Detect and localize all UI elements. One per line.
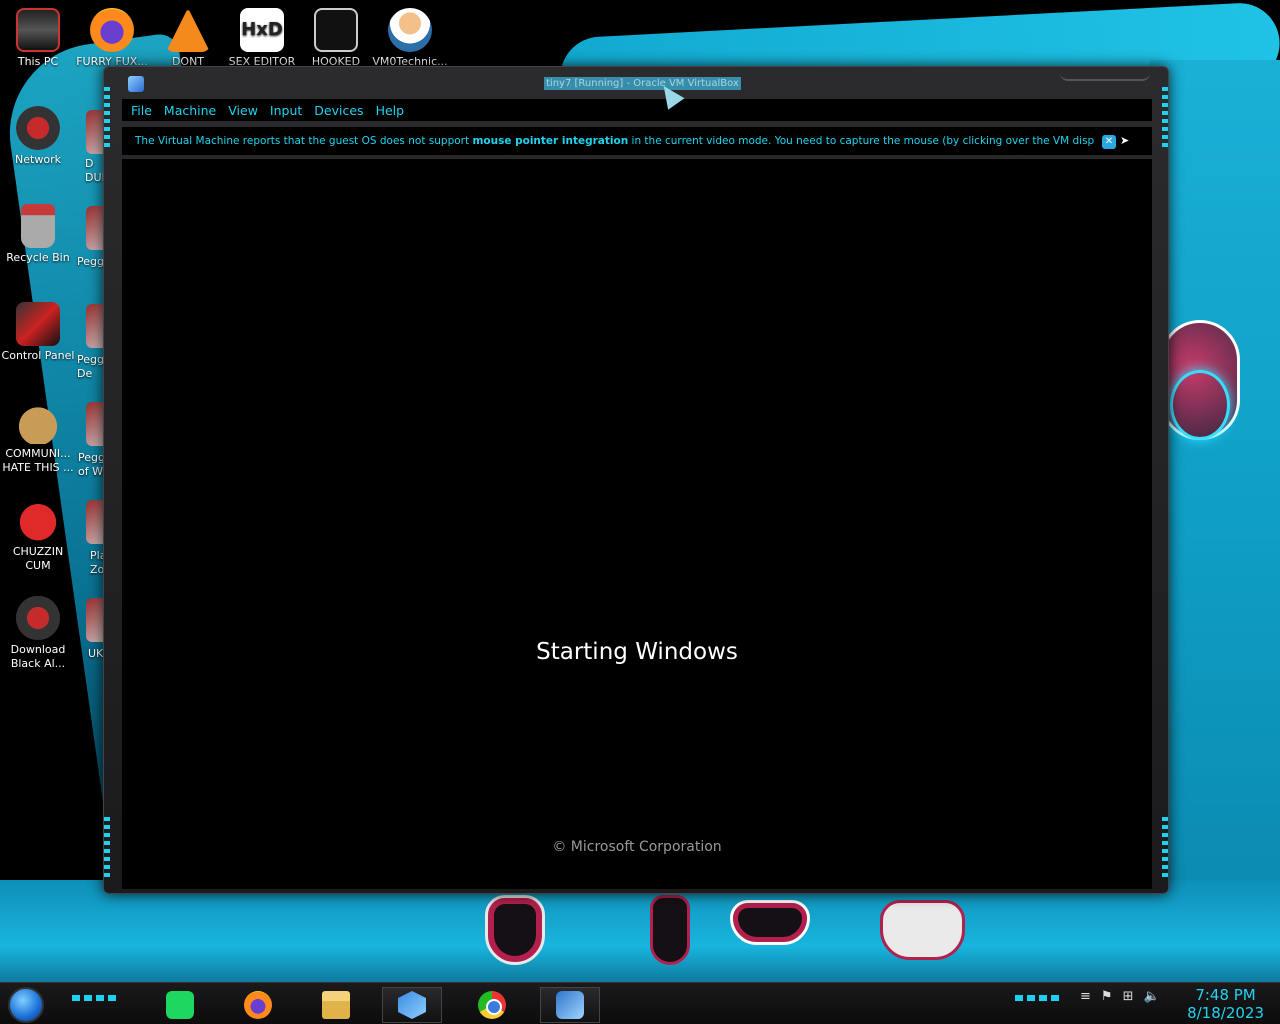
volume-icon[interactable]: 🔈 bbox=[1143, 989, 1159, 1004]
clock-date: 8/18/2023 bbox=[1187, 1004, 1264, 1022]
desktop-icon-sex-editor[interactable]: HxD SEX EDITOR bbox=[224, 8, 300, 69]
menu-file[interactable]: File bbox=[131, 103, 152, 118]
taskbar-app-virtualbox[interactable] bbox=[382, 987, 442, 1023]
desktop-icon-label: Network bbox=[15, 153, 61, 166]
computer-icon bbox=[16, 8, 60, 52]
taskbar-app-chrome[interactable] bbox=[462, 987, 522, 1023]
taskbar-app-spotify[interactable] bbox=[150, 987, 210, 1023]
desktop-icon-communi[interactable]: COMMUNI... HATE THIS ... bbox=[0, 400, 76, 475]
desktop-icon-label: COMMUNI... HATE THIS ... bbox=[2, 447, 74, 474]
app-icon bbox=[314, 8, 358, 52]
virtualbox-icon bbox=[398, 991, 426, 1019]
network-icon[interactable]: ⊞ bbox=[1123, 989, 1134, 1004]
menu-devices[interactable]: Devices bbox=[314, 103, 363, 118]
download-icon bbox=[16, 596, 60, 640]
starting-windows-text: Starting Windows bbox=[536, 639, 738, 665]
start-button[interactable] bbox=[8, 987, 44, 1023]
taskbar-decoration bbox=[72, 995, 116, 1001]
desktop-icon-recycle-bin[interactable]: Recycle Bin bbox=[0, 204, 76, 265]
copyright-text: © Microsoft Corporation bbox=[552, 839, 722, 855]
vlc-icon bbox=[166, 8, 210, 52]
network-icon bbox=[16, 106, 60, 150]
window-controls[interactable] bbox=[1060, 71, 1150, 81]
notice-text-bold: mouse pointer integration bbox=[472, 135, 629, 147]
chrome-icon bbox=[478, 991, 506, 1019]
window-titlebar[interactable]: tiny7 [Running] - Oracle VM VirtualBox bbox=[104, 67, 1168, 97]
menu-machine[interactable]: Machine bbox=[164, 103, 216, 118]
flag-icon[interactable]: ⚑ bbox=[1101, 989, 1113, 1004]
chuzzle-icon bbox=[16, 498, 60, 542]
taskbar-app-file-explorer[interactable] bbox=[306, 987, 366, 1023]
menu-bar: File Machine View Input Devices Help bbox=[122, 99, 1152, 121]
desktop-icon-network[interactable]: Network bbox=[0, 106, 76, 167]
desktop-icon-label: Recycle Bin bbox=[6, 251, 70, 264]
clock-time: 7:48 PM bbox=[1195, 986, 1256, 1004]
hxd-editor-icon: HxD bbox=[240, 8, 284, 52]
recycle-bin-icon bbox=[21, 204, 55, 248]
desktop-icon-label: Download Black Al... bbox=[10, 643, 66, 670]
notice-text-before: The Virtual Machine reports that the gue… bbox=[135, 135, 473, 147]
windows7-vm-icon bbox=[556, 991, 584, 1019]
taskbar-clock[interactable]: 7:48 PM 8/18/2023 bbox=[1187, 986, 1264, 1022]
file-explorer-icon bbox=[322, 991, 350, 1019]
virtualbox-icon bbox=[128, 76, 144, 92]
frame-decoration bbox=[1162, 817, 1168, 877]
show-hidden-icons-icon[interactable]: ≡ bbox=[1080, 989, 1091, 1004]
taskbar-app-windows7-vm[interactable] bbox=[540, 987, 600, 1023]
desktop-icon-control-panel[interactable]: Control Panel bbox=[0, 302, 76, 363]
desktop-icon-label: CHUZZIN CUM bbox=[12, 545, 64, 572]
taskbar: ≡ ⚑ ⊞ 🔈 7:48 PM 8/18/2023 bbox=[0, 982, 1280, 1024]
mouse-integration-notice: The Virtual Machine reports that the gue… bbox=[122, 127, 1152, 155]
window-title: tiny7 [Running] - Oracle VM VirtualBox bbox=[544, 77, 741, 90]
doctor-icon bbox=[388, 8, 432, 52]
desktop-icon-download-black[interactable]: Download Black Al... bbox=[0, 596, 76, 671]
control-panel-icon bbox=[16, 302, 60, 346]
notice-text: The Virtual Machine reports that the gue… bbox=[135, 135, 1095, 147]
taskbar-decoration bbox=[1015, 995, 1059, 1001]
mouse-pointer-icon[interactable]: ➤ bbox=[1120, 134, 1134, 148]
desktop-icon-furry-fux[interactable]: FURRY FUX... bbox=[74, 8, 150, 69]
vm-display[interactable]: Starting Windows © Microsoft Corporation bbox=[122, 159, 1152, 889]
menu-input[interactable]: Input bbox=[270, 103, 302, 118]
money-bag-icon bbox=[16, 400, 60, 444]
desktop-icon-label: Control Panel bbox=[1, 349, 75, 362]
taskbar-app-firefox[interactable] bbox=[228, 987, 288, 1023]
firefox-icon bbox=[90, 8, 134, 52]
desktop-icon-this-pc[interactable]: This PC bbox=[0, 8, 76, 69]
notice-text-after: in the current video mode. You need to c… bbox=[631, 135, 1095, 147]
close-icon[interactable]: ✕ bbox=[1102, 135, 1116, 149]
menu-view[interactable]: View bbox=[228, 103, 258, 118]
desktop-icon-label: This PC bbox=[17, 55, 59, 68]
desktop-icon-chuzzin[interactable]: CHUZZIN CUM bbox=[0, 498, 76, 573]
system-tray: ≡ ⚑ ⊞ 🔈 bbox=[1080, 989, 1160, 1004]
desktop-icon-vm0technic[interactable]: VM0Technic... bbox=[372, 8, 448, 69]
menu-help[interactable]: Help bbox=[376, 103, 405, 118]
frame-decoration bbox=[104, 817, 110, 877]
spotify-icon bbox=[166, 991, 194, 1019]
virtualbox-window[interactable]: tiny7 [Running] - Oracle VM VirtualBox F… bbox=[103, 66, 1169, 894]
firefox-icon bbox=[244, 991, 272, 1019]
